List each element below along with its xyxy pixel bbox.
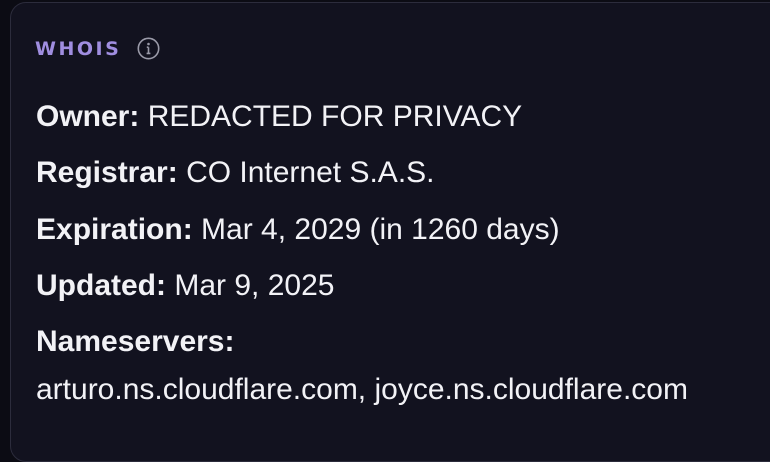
- registrar-row: Registrar: CO Internet S.A.S.: [36, 156, 435, 190]
- info-icon[interactable]: [137, 37, 160, 60]
- updated-value: Mar 9, 2025: [174, 269, 335, 302]
- owner-label: Owner:: [36, 100, 140, 133]
- expiration-label: Expiration:: [36, 213, 193, 246]
- card-header: WHOIS: [35, 37, 160, 60]
- owner-value: REDACTED FOR PRIVACY: [147, 100, 523, 133]
- nameservers-label: Nameservers:: [36, 325, 235, 358]
- updated-row: Updated: Mar 9, 2025: [36, 269, 334, 303]
- registrar-value: CO Internet S.A.S.: [186, 156, 435, 189]
- whois-card: WHOIS Owner: REDACTED FOR PRIVACY Regist…: [10, 2, 770, 462]
- card-title: WHOIS: [35, 37, 122, 60]
- owner-row: Owner: REDACTED FOR PRIVACY: [36, 100, 522, 134]
- registrar-label: Registrar:: [36, 156, 178, 189]
- expiration-row: Expiration: Mar 4, 2029 (in 1260 days): [36, 213, 560, 247]
- updated-label: Updated:: [36, 269, 166, 302]
- nameservers-value: arturo.ns.cloudflare.com, joyce.ns.cloud…: [36, 373, 688, 406]
- nameservers-row: Nameservers:: [36, 325, 234, 359]
- expiration-value: Mar 4, 2029 (in 1260 days): [201, 213, 560, 246]
